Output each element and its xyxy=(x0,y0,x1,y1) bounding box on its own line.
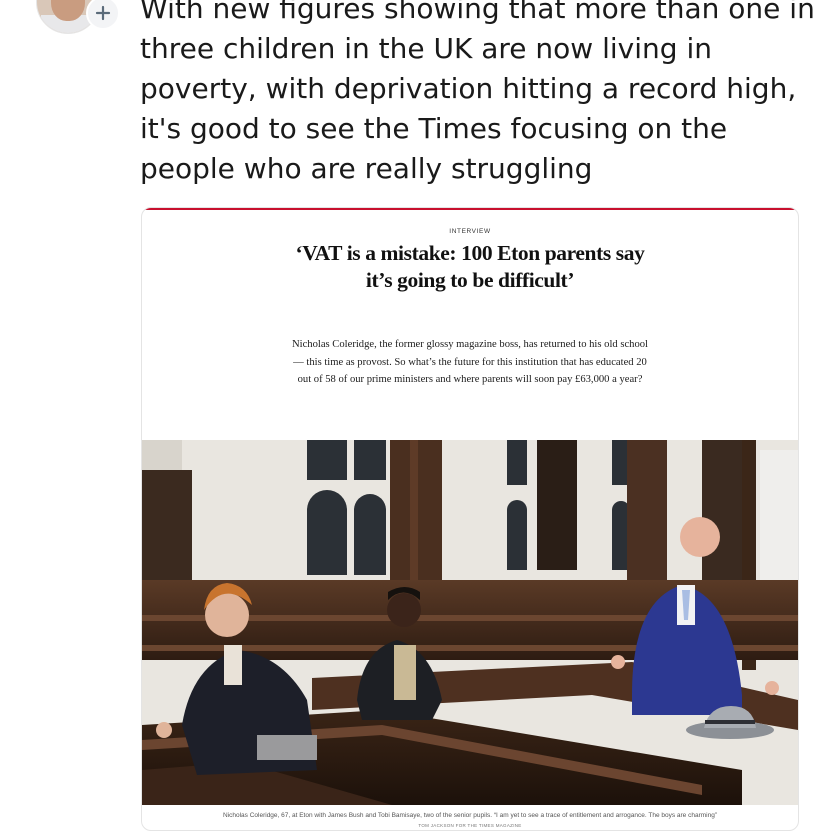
article-standfirst: Nicholas Coleridge, the former glossy ma… xyxy=(292,339,648,385)
post-text: With new figures showing that more than … xyxy=(140,0,815,185)
article-headline: ‘VAT is a mistake: 100 Eton parents say … xyxy=(295,241,645,292)
article-screenshot-card[interactable]: INTERVIEW ‘VAT is a mistake: 100 Eton pa… xyxy=(141,207,799,831)
article-photo xyxy=(142,440,798,805)
follow-button[interactable] xyxy=(86,0,120,30)
photo-caption: Nicholas Coleridge, 67, at Eton with Jam… xyxy=(222,812,718,819)
plus-icon xyxy=(95,5,111,21)
photo-credit: TOM JACKSON FOR THE TIMES MAGAZINE xyxy=(418,823,522,828)
article-kicker: INTERVIEW xyxy=(449,228,491,235)
accent-rule xyxy=(142,208,798,210)
